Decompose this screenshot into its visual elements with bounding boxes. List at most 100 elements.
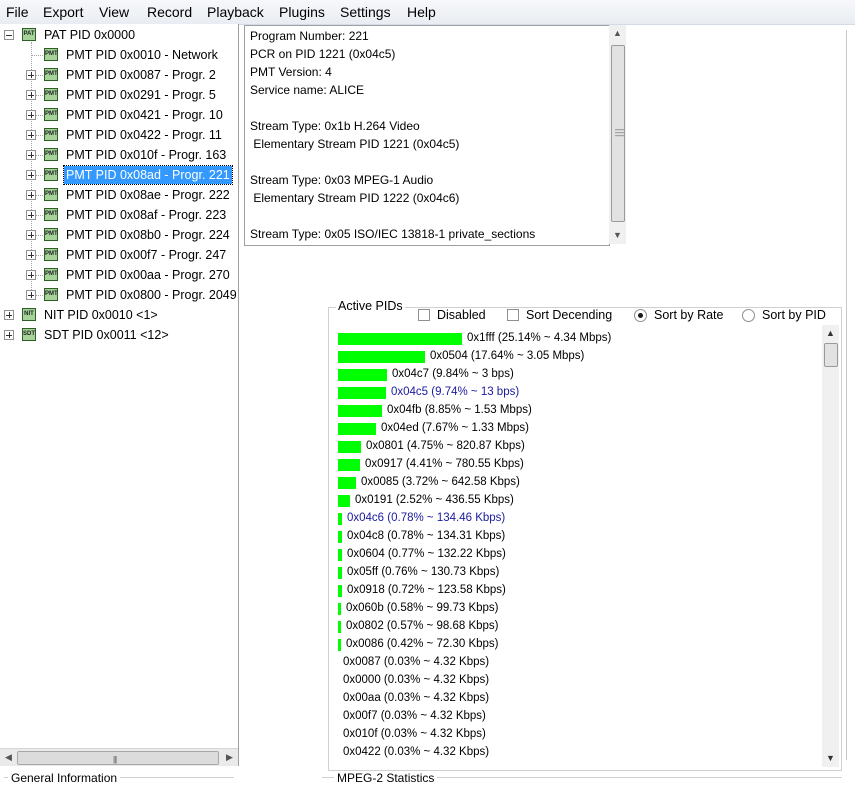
pid-row[interactable]: 0x0422 (0.03% ~ 4.32 Kbps) (332, 744, 820, 762)
expand-icon[interactable] (26, 90, 36, 100)
tree-item[interactable]: PMT PMT PID 0x08b0 - Progr. 224 (0, 226, 238, 244)
pid-row[interactable]: 0x04c8 (0.78% ~ 134.31 Kbps) (332, 528, 820, 546)
disabled-label[interactable]: Disabled (437, 308, 486, 322)
pid-row[interactable]: 0x0802 (0.57% ~ 98.68 Kbps) (332, 618, 820, 636)
pid-row[interactable]: 0x0086 (0.42% ~ 72.30 Kbps) (332, 636, 820, 654)
expand-icon[interactable] (26, 150, 36, 160)
scroll-down-icon[interactable]: ▼ (609, 227, 626, 244)
pid-row[interactable]: 0x04fb (8.85% ~ 1.53 Mbps) (332, 402, 820, 420)
tree-horizontal-scrollbar[interactable]: ◀ ||| ▶ (0, 748, 238, 766)
pid-row[interactable]: 0x0604 (0.77% ~ 132.22 Kbps) (332, 546, 820, 564)
menu-record[interactable]: Record (147, 4, 192, 20)
sort-descending-label[interactable]: Sort Decending (526, 308, 612, 322)
tree-item-label: PMT PID 0x010f - Progr. 163 (66, 148, 227, 162)
expand-icon[interactable] (26, 130, 36, 140)
tree-item[interactable]: PMT PMT PID 0x08ae - Progr. 222 (0, 186, 238, 204)
pid-row[interactable]: 0x0801 (4.75% ~ 820.87 Kbps) (332, 438, 820, 456)
pid-row[interactable]: 0x00aa (0.03% ~ 4.32 Kbps) (332, 690, 820, 708)
expand-icon[interactable] (26, 110, 36, 120)
expand-icon[interactable] (26, 70, 36, 80)
pid-row[interactable]: 0x0000 (0.03% ~ 4.32 Kbps) (332, 672, 820, 690)
disabled-checkbox[interactable] (418, 309, 430, 321)
pid-rate-bar (338, 639, 341, 651)
expand-icon[interactable] (26, 190, 36, 200)
tree-item[interactable]: PMT PMT PID 0x00aa - Progr. 270 (0, 266, 238, 284)
pid-rate-bar (338, 333, 462, 345)
pmt-table-icon: PMT (44, 108, 58, 121)
sort-by-rate-label[interactable]: Sort by Rate (654, 308, 723, 322)
scroll-left-icon[interactable]: ◀ (0, 749, 17, 766)
pid-row[interactable]: 0x04c6 (0.78% ~ 134.46 Kbps) (332, 510, 820, 528)
pids-vertical-scrollbar[interactable]: ▲ ▼ (822, 325, 839, 767)
expand-icon[interactable] (26, 250, 36, 260)
menu-settings[interactable]: Settings (340, 4, 391, 20)
tree-item[interactable]: NIT NIT PID 0x0010 <1> (0, 306, 238, 324)
pid-rate-bar (338, 405, 382, 417)
tree-item[interactable]: PMT PMT PID 0x010f - Progr. 163 (0, 146, 238, 164)
expand-icon[interactable] (26, 210, 36, 220)
info-vertical-scrollbar[interactable]: ▲ — — — ▼ (609, 25, 626, 244)
tree-item[interactable]: PMT PMT PID 0x0010 - Network (0, 46, 238, 64)
pid-row[interactable]: 0x0085 (3.72% ~ 642.58 Kbps) (332, 474, 820, 492)
menu-plugins[interactable]: Plugins (279, 4, 325, 20)
tree-scroll-thumb[interactable]: ||| (17, 751, 219, 765)
scroll-right-icon[interactable]: ▶ (221, 749, 238, 766)
tree-item[interactable]: PMT PMT PID 0x08af - Progr. 223 (0, 206, 238, 224)
pid-rate-label: 0x04c7 (9.84% ~ 3 bps) (392, 368, 514, 380)
pid-row[interactable]: 0x04c5 (9.74% ~ 13 bps) (332, 384, 820, 402)
expand-icon[interactable] (26, 290, 36, 300)
tree-item[interactable]: SDT SDT PID 0x0011 <12> (0, 326, 238, 344)
pid-row[interactable]: 0x04c7 (9.84% ~ 3 bps) (332, 366, 820, 384)
menu-playback[interactable]: Playback (207, 4, 264, 20)
expand-icon[interactable] (4, 330, 14, 340)
menu-view[interactable]: View (99, 4, 129, 20)
scroll-up-icon[interactable]: ▲ (822, 325, 839, 342)
menu-help[interactable]: Help (407, 4, 436, 20)
tree-item-label: PMT PID 0x08ae - Progr. 222 (66, 188, 230, 202)
pid-rate-label: 0x0191 (2.52% ~ 436.55 Kbps) (355, 494, 514, 506)
pid-row[interactable]: 0x010f (0.03% ~ 4.32 Kbps) (332, 726, 820, 744)
tree-item[interactable]: PAT PAT PID 0x0000 (0, 26, 238, 44)
menu-file[interactable]: File (6, 4, 29, 20)
pid-row[interactable]: 0x0087 (0.03% ~ 4.32 Kbps) (332, 654, 820, 672)
pid-rate-bar (338, 531, 342, 543)
pid-row[interactable]: 0x00f7 (0.03% ~ 4.32 Kbps) (332, 708, 820, 726)
sort-by-pid-radio[interactable] (742, 309, 755, 322)
sort-by-pid-label[interactable]: Sort by PID (762, 308, 826, 322)
pid-row[interactable]: 0x060b (0.58% ~ 99.73 Kbps) (332, 600, 820, 618)
expand-icon[interactable] (4, 30, 14, 40)
tree-item[interactable]: PMT PMT PID 0x0421 - Progr. 10 (0, 106, 238, 124)
pid-rate-bar (338, 567, 342, 579)
pid-rate-label: 0x0504 (17.64% ~ 3.05 Mbps) (430, 350, 585, 362)
scroll-up-icon[interactable]: ▲ (609, 25, 626, 42)
pids-scroll-thumb[interactable] (824, 343, 838, 367)
pid-row[interactable]: 0x0917 (4.41% ~ 780.55 Kbps) (332, 456, 820, 474)
tree-item[interactable]: PMT PMT PID 0x0800 - Progr. 2049 (0, 286, 238, 304)
tree-item[interactable]: PMT PMT PID 0x0087 - Progr. 2 (0, 66, 238, 84)
scroll-down-icon[interactable]: ▼ (822, 750, 839, 767)
tree-item[interactable]: PMT PMT PID 0x08ad - Progr. 221 (0, 165, 238, 185)
expand-icon[interactable] (26, 230, 36, 240)
pid-rate-bar (338, 477, 356, 489)
tree-item[interactable]: PMT PMT PID 0x00f7 - Progr. 247 (0, 246, 238, 264)
expand-icon[interactable] (26, 270, 36, 280)
sort-by-rate-radio[interactable] (634, 309, 647, 322)
pid-row[interactable]: 0x04ed (7.67% ~ 1.33 Mbps) (332, 420, 820, 438)
active-pids-list[interactable]: 0x1fff (25.14% ~ 4.34 Mbps) 0x0504 (17.64… (332, 325, 820, 765)
pid-row[interactable]: 0x0504 (17.64% ~ 3.05 Mbps) (332, 348, 820, 366)
pid-row[interactable]: 0x1fff (25.14% ~ 4.34 Mbps) (332, 330, 820, 348)
sort-descending-checkbox[interactable] (507, 309, 519, 321)
info-scroll-thumb[interactable]: — — — (611, 45, 625, 222)
pid-row[interactable]: 0x0191 (2.52% ~ 436.55 Kbps) (332, 492, 820, 510)
tree-item[interactable]: PMT PMT PID 0x0422 - Progr. 11 (0, 126, 238, 144)
expand-icon[interactable] (4, 310, 14, 320)
tree-item-label: PMT PID 0x08af - Progr. 223 (66, 208, 227, 222)
pid-row[interactable]: 0x05ff (0.76% ~ 130.73 Kbps) (332, 564, 820, 582)
menu-export[interactable]: Export (43, 4, 83, 20)
tree-item[interactable]: PMT PMT PID 0x0291 - Progr. 5 (0, 86, 238, 104)
pid-tree[interactable]: PAT PAT PID 0x0000 PMT PMT PID 0x0010 - Net… (0, 24, 239, 766)
pid-row[interactable]: 0x0918 (0.72% ~ 123.58 Kbps) (332, 582, 820, 600)
program-info-panel[interactable]: Program Number: 221 PCR on PID 1221 (0x04… (244, 25, 610, 246)
pid-rate-bar (338, 585, 342, 597)
expand-icon[interactable] (26, 170, 36, 180)
